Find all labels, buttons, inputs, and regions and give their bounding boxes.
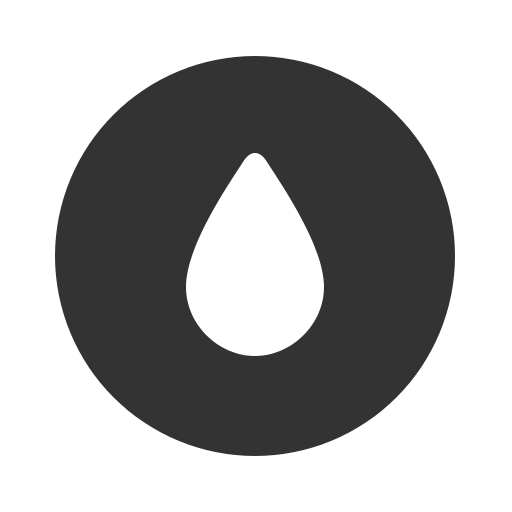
app-icon — [0, 0, 512, 512]
water-drop-icon — [55, 56, 455, 456]
app-icon-canvas — [0, 0, 512, 512]
